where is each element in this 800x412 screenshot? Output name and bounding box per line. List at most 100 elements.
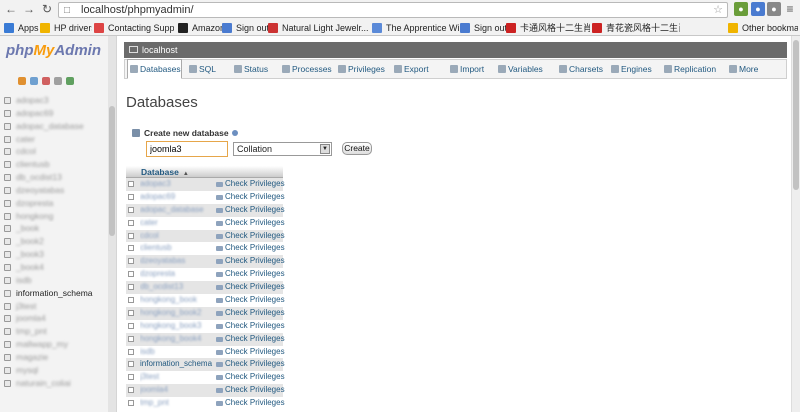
tab-more[interactable]: More — [727, 60, 758, 78]
check-privileges-link[interactable]: Check Privileges — [216, 307, 285, 320]
check-privileges-link[interactable]: Check Privileges — [216, 333, 285, 346]
database-name-link[interactable]: adopac69 — [140, 191, 214, 204]
database-name-link[interactable]: cater — [140, 217, 214, 230]
sidebar-database-item[interactable]: magazie — [2, 351, 108, 364]
row-checkbox[interactable] — [128, 258, 134, 265]
database-column-header[interactable]: Database ▲ — [136, 166, 214, 178]
sidebar-database-item[interactable]: tmp_pnt — [2, 325, 108, 338]
sidebar-database-item[interactable]: naturain_coliai — [2, 377, 108, 390]
database-name-link[interactable]: clientusb — [140, 242, 214, 255]
tab-charsets[interactable]: Charsets — [557, 60, 603, 78]
database-name-link[interactable]: db_ocdist13 — [140, 281, 214, 294]
sidebar-database-item[interactable]: _book2 — [2, 235, 108, 248]
collation-select[interactable]: Collation ▼ — [233, 142, 332, 156]
sidebar-database-item[interactable]: _book4 — [2, 261, 108, 274]
chevron-down-icon[interactable]: ▼ — [320, 144, 330, 154]
tab-export[interactable]: Export — [392, 60, 429, 78]
row-checkbox[interactable] — [128, 309, 134, 316]
database-name-link[interactable]: hongkong_book2 — [140, 307, 214, 320]
database-name-link[interactable]: hongkong_book3 — [140, 320, 214, 333]
bookmark-item[interactable]: The Apprentice Win... — [372, 21, 464, 35]
user-icon[interactable]: ● — [767, 2, 781, 16]
check-privileges-link[interactable]: Check Privileges — [216, 242, 285, 255]
database-name-link[interactable]: adopac3 — [140, 178, 214, 191]
sidebar-database-item[interactable]: adopac_database — [2, 120, 108, 133]
database-name-input[interactable] — [146, 141, 228, 157]
database-icon[interactable] — [4, 199, 11, 207]
sidebar-database-item[interactable]: mysql — [2, 364, 108, 377]
server-breadcrumb[interactable]: localhost — [124, 42, 787, 58]
extension-icon[interactable]: ● — [751, 2, 765, 16]
tab-status[interactable]: Status — [232, 60, 268, 78]
sidebar-database-item[interactable]: dzeoyatabas — [2, 184, 108, 197]
database-name-link[interactable]: dzeoyatabas — [140, 255, 214, 268]
database-icon[interactable] — [4, 251, 11, 259]
check-privileges-link[interactable]: Check Privileges — [216, 230, 285, 243]
tab-privileges[interactable]: Privileges — [336, 60, 385, 78]
navigation-scrollbar[interactable] — [108, 36, 116, 412]
check-privileges-link[interactable]: Check Privileges — [216, 294, 285, 307]
reload-icon[interactable]: ↻ — [40, 2, 54, 16]
database-name-link[interactable]: j3test — [140, 371, 214, 384]
phpmyadmin-logo[interactable]: phpMyAdmin — [6, 42, 101, 59]
database-icon[interactable] — [4, 97, 11, 104]
bookmark-item[interactable]: Apps — [4, 21, 40, 35]
bookmark-item[interactable]: 青花瓷风格十二生肖... — [592, 21, 680, 35]
database-icon[interactable] — [4, 302, 11, 310]
bookmark-item[interactable]: Sign out — [222, 21, 268, 35]
row-checkbox[interactable] — [128, 181, 134, 187]
database-icon[interactable] — [4, 315, 11, 323]
database-icon[interactable] — [4, 341, 11, 349]
sidebar-database-item[interactable]: clientusb — [2, 158, 108, 171]
extension-icon[interactable]: ● — [734, 2, 748, 16]
tab-databases[interactable]: Databases — [127, 59, 182, 79]
check-privileges-link[interactable]: Check Privileges — [216, 384, 285, 397]
row-checkbox[interactable] — [128, 232, 134, 239]
sidebar-database-item[interactable]: joomla4 — [2, 312, 108, 325]
database-icon[interactable] — [4, 148, 11, 156]
tab-variables[interactable]: Variables — [496, 60, 543, 78]
tab-replication[interactable]: Replication — [662, 60, 716, 78]
bookmark-item[interactable]: HP drivers — [40, 21, 92, 35]
reload-nav-icon[interactable] — [66, 77, 74, 85]
address-bar[interactable]: □ localhost/phpmyadmin/ ☆ — [58, 2, 728, 18]
check-privileges-link[interactable]: Check Privileges — [216, 397, 285, 410]
database-name-link[interactable]: adopac_database — [140, 204, 214, 217]
database-name-link[interactable]: cdcol — [140, 230, 214, 243]
database-icon[interactable] — [4, 238, 11, 246]
row-checkbox[interactable] — [128, 297, 134, 304]
row-checkbox[interactable] — [128, 322, 134, 329]
tab-import[interactable]: Import — [448, 60, 484, 78]
other-bookmarks[interactable]: Other bookmarks — [728, 21, 798, 35]
settings-icon[interactable] — [54, 77, 62, 85]
check-privileges-link[interactable]: Check Privileges — [216, 268, 285, 281]
row-checkbox[interactable] — [128, 219, 134, 226]
check-privileges-link[interactable]: Check Privileges — [216, 358, 285, 371]
row-checkbox[interactable] — [128, 348, 134, 355]
row-checkbox[interactable] — [128, 245, 134, 252]
sidebar-database-item[interactable]: cater — [2, 133, 108, 146]
docs-icon[interactable] — [42, 77, 50, 85]
sidebar-database-item[interactable]: cdcol — [2, 145, 108, 158]
scrollbar-thumb[interactable] — [793, 40, 799, 190]
database-icon[interactable] — [4, 212, 11, 220]
database-icon[interactable] — [4, 366, 11, 374]
sidebar-database-item[interactable]: _book — [2, 222, 108, 235]
home-icon[interactable] — [18, 77, 26, 85]
row-checkbox[interactable] — [128, 193, 134, 200]
database-icon[interactable] — [4, 276, 11, 284]
bookmark-item[interactable]: Natural Light Jewelr... — [268, 21, 370, 35]
page-scrollbar[interactable] — [791, 36, 800, 412]
database-icon[interactable] — [4, 186, 11, 194]
sidebar-database-item[interactable]: adopac69 — [2, 107, 108, 120]
database-icon[interactable] — [4, 289, 11, 297]
tab-processes[interactable]: Processes — [280, 60, 332, 78]
check-privileges-link[interactable]: Check Privileges — [216, 371, 285, 384]
database-icon[interactable] — [4, 122, 11, 130]
sidebar-database-item[interactable]: db_ocdist13 — [2, 171, 108, 184]
bookmark-item[interactable]: Contacting Support ... — [94, 21, 174, 35]
sidebar-database-item[interactable]: j3test — [2, 300, 108, 313]
check-privileges-link[interactable]: Check Privileges — [216, 178, 285, 191]
sidebar-database-item[interactable]: information_schema — [2, 287, 108, 300]
database-icon[interactable] — [4, 135, 11, 143]
